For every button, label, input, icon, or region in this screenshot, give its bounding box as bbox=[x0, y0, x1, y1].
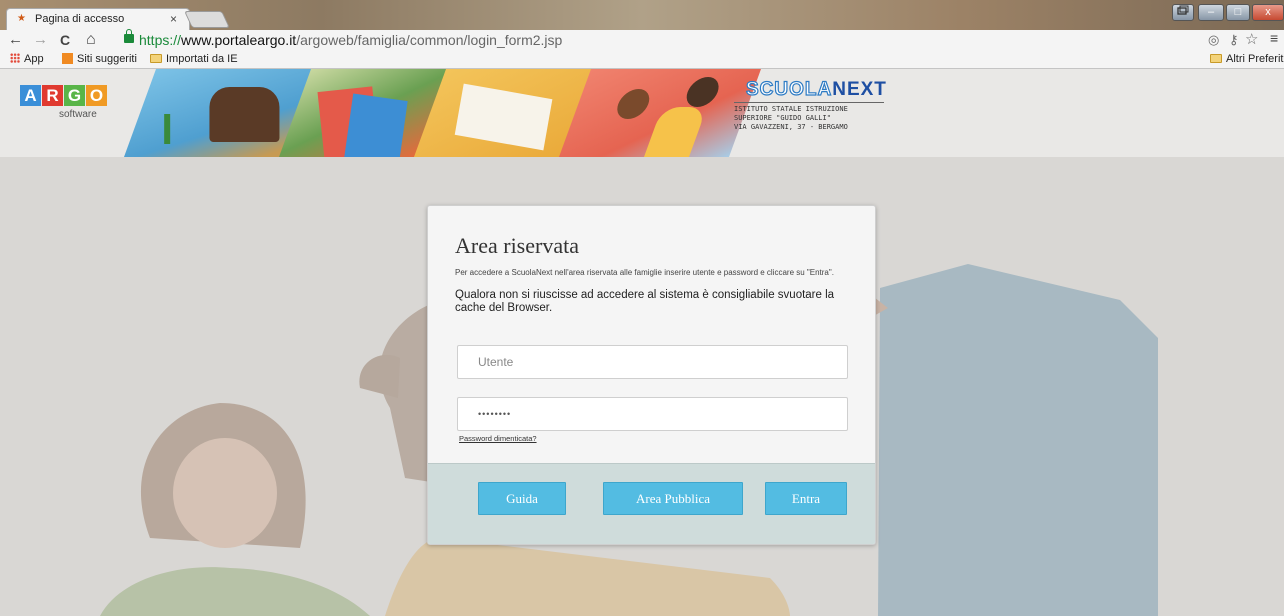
minimize-icon: – bbox=[1207, 6, 1215, 18]
browser-titlebar: ★ Pagina di accesso × – □ x bbox=[0, 0, 1284, 30]
logo-letter: O bbox=[86, 85, 107, 106]
window-close-button[interactable]: x bbox=[1252, 4, 1284, 21]
scuolanext-brand: SCUOLANEXT ISTITUTO STATALE ISTRUZIONE S… bbox=[734, 78, 887, 132]
folder-blue-shape bbox=[343, 93, 408, 157]
forgot-password-link[interactable]: Password dimenticata? bbox=[459, 434, 537, 443]
bag-shape bbox=[209, 87, 280, 142]
bookmark-apps[interactable]: App bbox=[10, 53, 44, 65]
argo-favicon-icon: ★ bbox=[17, 13, 26, 24]
logo-letter: G bbox=[64, 85, 85, 106]
bookmark-label: Siti suggeriti bbox=[77, 53, 137, 65]
person-head-shape bbox=[612, 89, 654, 119]
bg-figure-center-shirt bbox=[385, 538, 790, 616]
banner-illustration-people bbox=[558, 69, 762, 157]
enter-button[interactable]: Entra bbox=[765, 482, 847, 515]
home-button[interactable]: ⌂ bbox=[86, 31, 96, 49]
folder-icon bbox=[150, 54, 162, 63]
username-field[interactable]: Utente bbox=[457, 345, 848, 379]
new-tab-button[interactable] bbox=[184, 11, 230, 28]
login-title: Area riservata bbox=[455, 233, 579, 258]
restore-icon bbox=[1177, 5, 1189, 15]
shield-extension-icon[interactable]: ◎ bbox=[1208, 32, 1219, 48]
window-restore-button[interactable] bbox=[1172, 4, 1194, 21]
url-path: /argoweb/famiglia/common/login_form2.jsp bbox=[296, 32, 563, 48]
bookmark-other[interactable]: Altri Preferiti bbox=[1210, 53, 1284, 65]
url-text: https://www.portaleargo.it/argoweb/famig… bbox=[139, 31, 562, 50]
window-minimize-button[interactable]: – bbox=[1198, 4, 1224, 21]
login-cache-note: Qualora non si riuscisse ad accedere al … bbox=[455, 289, 835, 314]
login-card: Area riservata Per accedere a ScuolaNext… bbox=[427, 205, 876, 545]
brand-divider bbox=[734, 102, 884, 103]
site-header: ARGO software SCUOLANEXT ISTITUTO STATAL… bbox=[0, 69, 1284, 157]
key-icon[interactable]: ⚷ bbox=[1229, 32, 1239, 48]
brand-name: SCUOLANEXT bbox=[734, 78, 887, 101]
logo-letter: A bbox=[20, 85, 41, 106]
bookmark-star-icon[interactable]: ☆ bbox=[1245, 30, 1258, 48]
tab-title: Pagina di accesso bbox=[35, 13, 125, 25]
flag-shape bbox=[164, 114, 171, 144]
bookmark-label: Importati da IE bbox=[166, 53, 238, 65]
bookmark-label: Altri Preferiti bbox=[1226, 53, 1284, 65]
url-host: www.portaleargo.it bbox=[181, 32, 297, 48]
back-button[interactable]: ← bbox=[8, 31, 23, 49]
secure-lock-icon bbox=[124, 29, 134, 43]
menu-icon[interactable]: ≡ bbox=[1270, 30, 1278, 46]
bg-figure-left-shirt bbox=[100, 567, 370, 616]
bookmark-label: App bbox=[24, 53, 44, 65]
close-icon: x bbox=[1265, 6, 1271, 18]
bg-figure-left-face bbox=[173, 438, 277, 548]
folder-icon bbox=[1210, 54, 1222, 63]
address-bar[interactable]: https://www.portaleargo.it/argoweb/famig… bbox=[114, 29, 1194, 50]
login-actions: Guida Area Pubblica Entra bbox=[428, 463, 875, 544]
reload-button[interactable]: C bbox=[60, 31, 70, 49]
school-name-line1: ISTITUTO STATALE ISTRUZIONE bbox=[734, 105, 848, 113]
help-button[interactable]: Guida bbox=[478, 482, 566, 515]
url-scheme: https:// bbox=[139, 32, 182, 48]
brand-next: NEXT bbox=[832, 79, 887, 100]
person-head-shape bbox=[682, 77, 724, 107]
suggested-sites-icon bbox=[62, 53, 73, 64]
school-name-line2: SUPERIORE "GUIDO GALLI" bbox=[734, 114, 831, 122]
school-address: VIA GAVAZZENI, 37 - BERGAMO bbox=[734, 123, 848, 131]
tab-close-icon[interactable]: × bbox=[170, 12, 177, 26]
public-area-button[interactable]: Area Pubblica bbox=[603, 482, 743, 515]
maximize-icon: □ bbox=[1234, 6, 1242, 18]
person-body-shape bbox=[643, 107, 708, 157]
argo-logo[interactable]: ARGO software bbox=[20, 85, 108, 120]
window-maximize-button[interactable]: □ bbox=[1226, 4, 1250, 21]
logo-subtitle: software bbox=[59, 109, 97, 120]
browser-tab[interactable]: ★ Pagina di accesso × bbox=[6, 8, 190, 30]
browser-toolbar: ← → C ⌂ https://www.portaleargo.it/argow… bbox=[0, 29, 1284, 51]
password-field[interactable]: •••••••• bbox=[457, 397, 848, 431]
bg-figure-right bbox=[878, 264, 1158, 616]
brand-scuola: SCUOLA bbox=[745, 78, 833, 100]
logo-letter: R bbox=[42, 85, 63, 106]
bookmark-suggested-sites[interactable]: Siti suggeriti bbox=[58, 53, 137, 65]
paper-shape bbox=[454, 83, 553, 151]
bg-figure-middle-bun bbox=[359, 354, 400, 398]
forward-button[interactable]: → bbox=[33, 31, 48, 49]
bookmarks-bar: App Siti suggeriti Importati da IE Altri… bbox=[0, 51, 1284, 69]
bookmark-imported-ie[interactable]: Importati da IE bbox=[150, 53, 238, 65]
apps-grid-icon bbox=[10, 53, 20, 63]
login-intro-text: Per accedere a ScuolaNext nell'area rise… bbox=[455, 268, 834, 277]
